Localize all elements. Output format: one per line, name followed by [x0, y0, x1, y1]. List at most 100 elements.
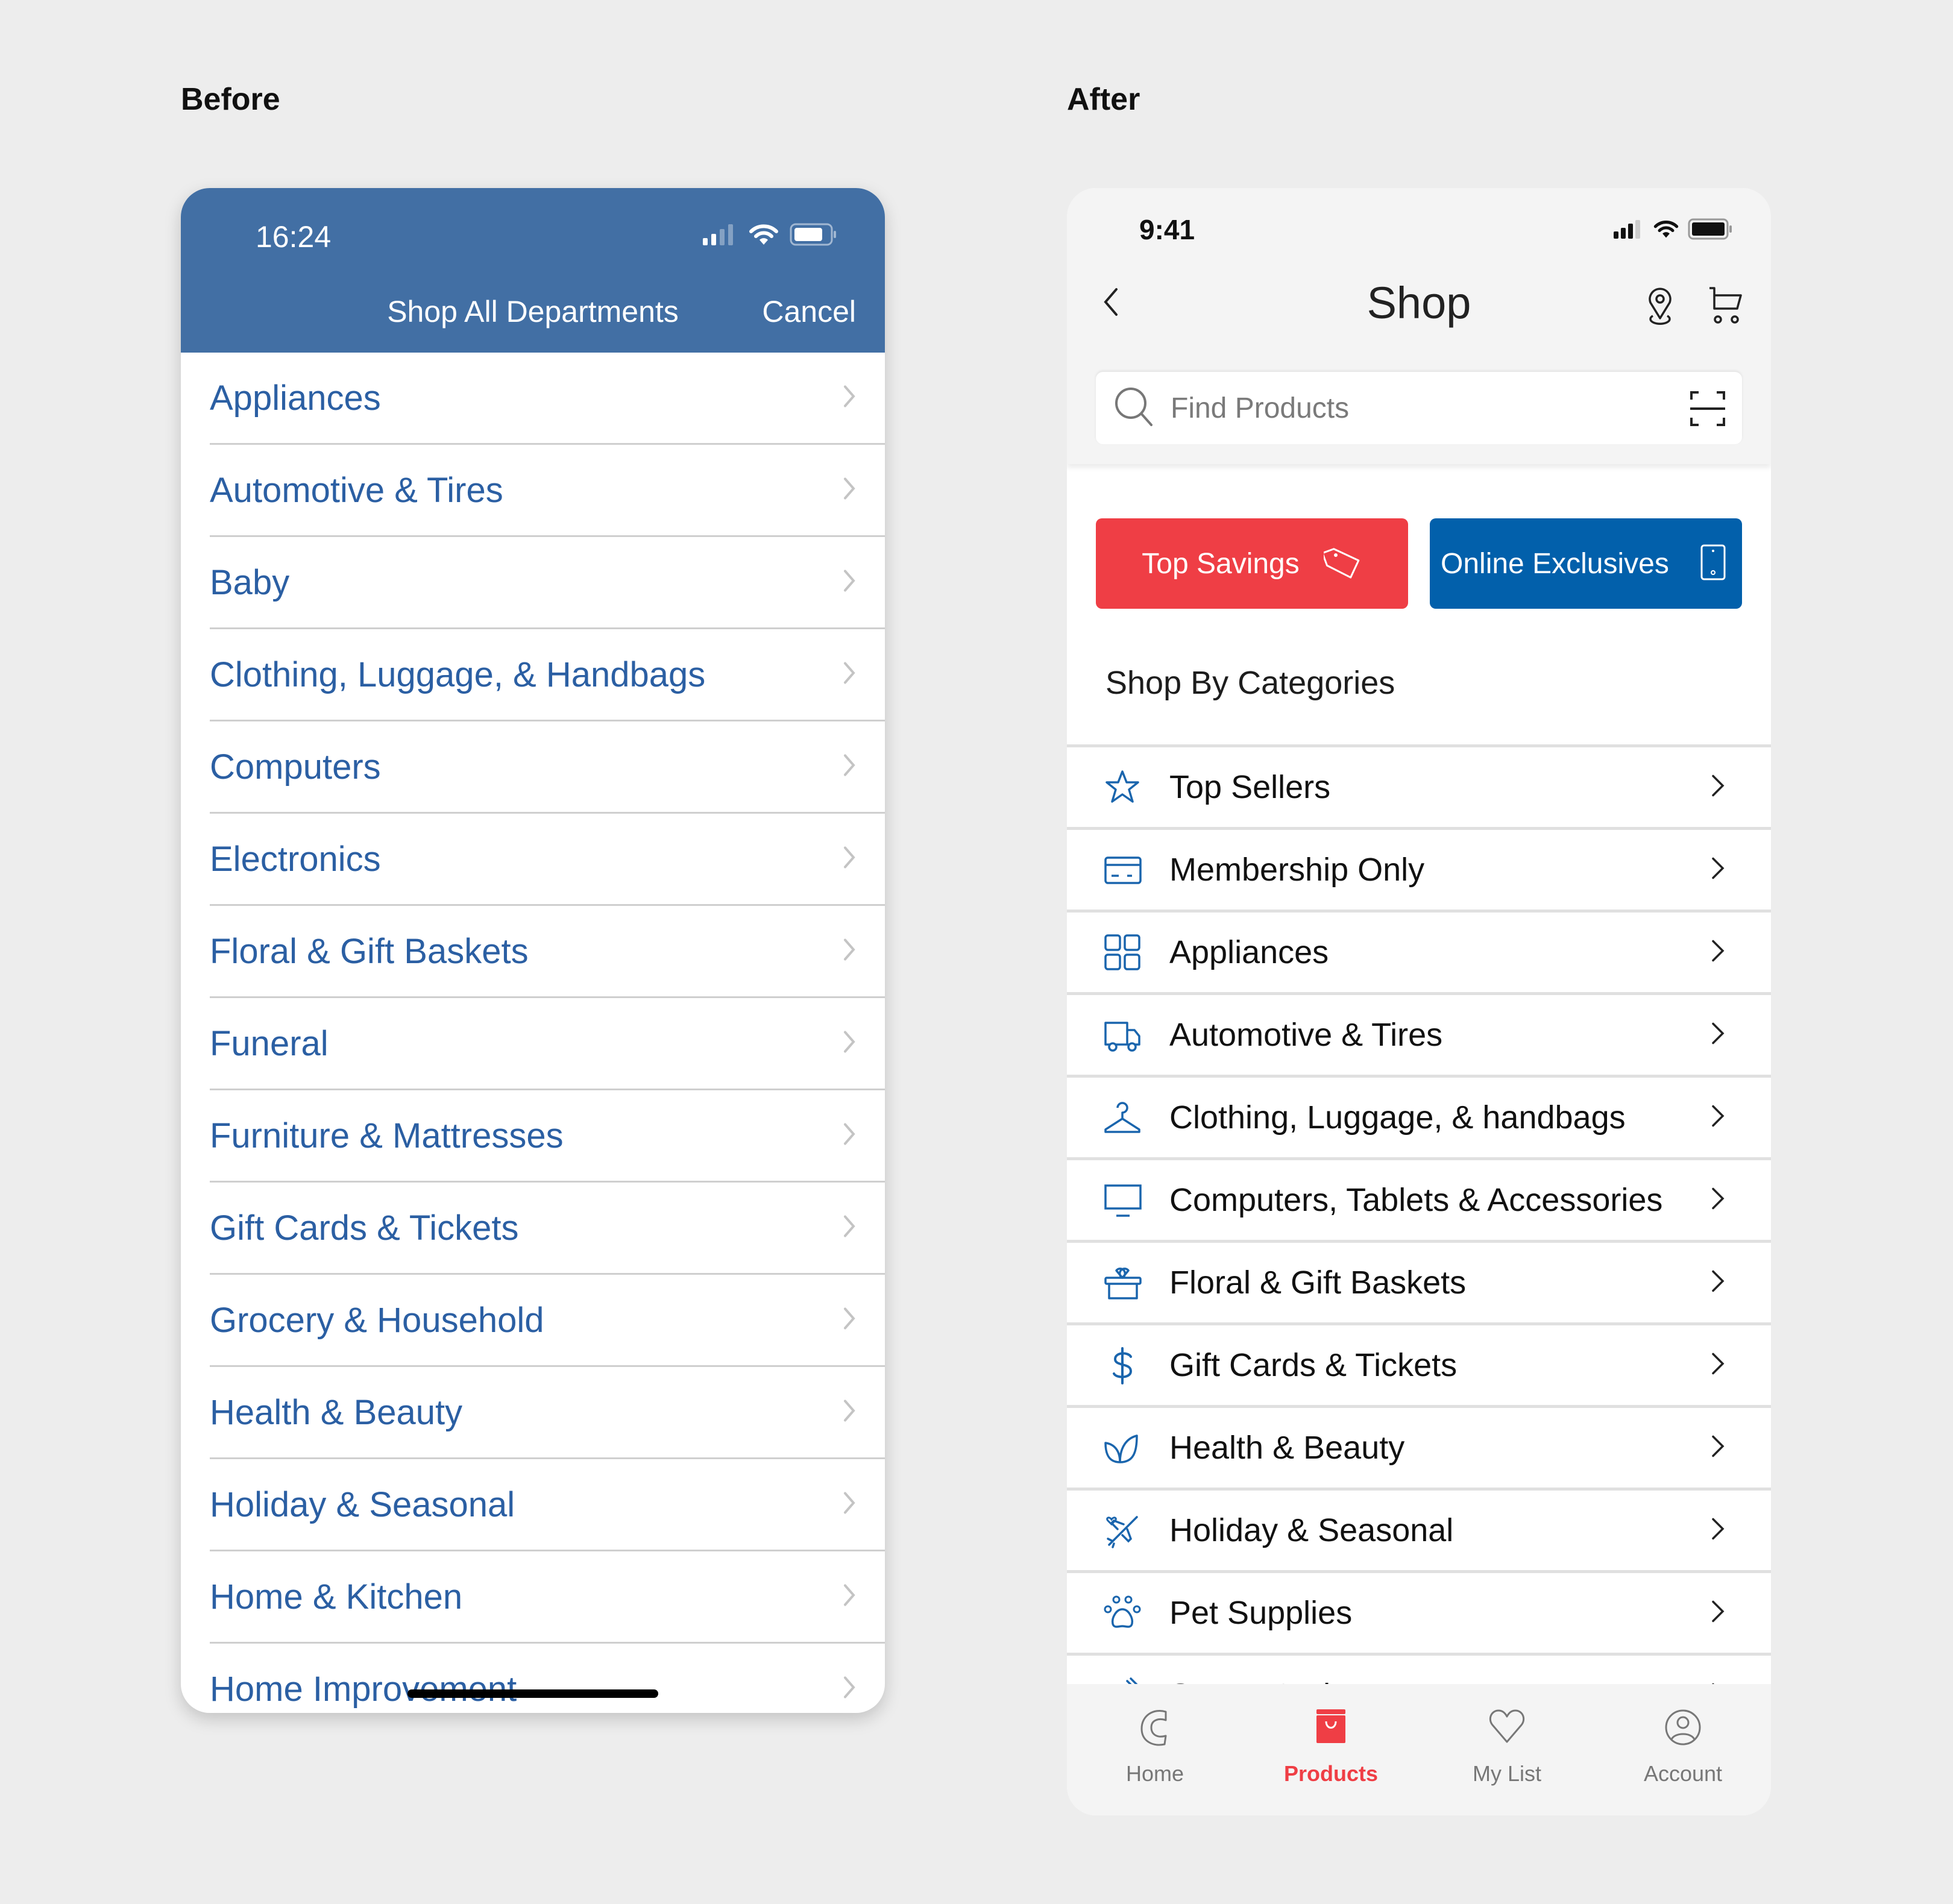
category-row[interactable]: Holiday & Seasonal: [1067, 1488, 1771, 1570]
gift-icon: [1103, 1263, 1142, 1302]
category-row[interactable]: Gift Cards & Tickets: [1067, 1322, 1771, 1405]
department-row[interactable]: Furniture & Mattresses: [210, 1090, 885, 1183]
search-bar[interactable]: [1096, 372, 1742, 444]
star-icon: [1103, 768, 1142, 806]
top-navigation: 9:41 Shop: [1067, 188, 1771, 464]
tab-my-list[interactable]: My List: [1419, 1684, 1595, 1815]
department-row[interactable]: Holiday & Seasonal: [210, 1459, 885, 1551]
card-icon: [1103, 850, 1142, 889]
chevron-right-icon: [843, 1030, 856, 1057]
department-row[interactable]: Computers: [210, 721, 885, 814]
department-label: Gift Cards & Tickets: [210, 1208, 519, 1248]
online-exclusives-button[interactable]: Online Exclusives: [1430, 518, 1742, 609]
chevron-right-icon: [843, 753, 856, 781]
category-row[interactable]: Clothing, Luggage, & handbags: [1067, 1075, 1771, 1157]
department-row[interactable]: Automotive & Tires: [210, 445, 885, 537]
bag-icon: [1314, 1708, 1348, 1747]
paw-icon: [1103, 1594, 1142, 1632]
search-input[interactable]: [1169, 391, 1666, 426]
category-row[interactable]: Membership Only: [1067, 827, 1771, 910]
chevron-right-icon: [843, 477, 856, 504]
tab-label: My List: [1472, 1761, 1541, 1786]
top-savings-button[interactable]: Top Savings: [1096, 518, 1408, 609]
grid-icon: [1103, 933, 1142, 972]
chevron-right-icon: [1711, 1434, 1725, 1462]
department-label: Electronics: [210, 839, 381, 879]
category-row[interactable]: Appliances: [1067, 910, 1771, 992]
chevron-right-icon: [1711, 939, 1725, 966]
signal-icon: [1614, 220, 1640, 239]
chevron-right-icon: [1711, 1600, 1725, 1627]
category-row[interactable]: Pet Supplies: [1067, 1570, 1771, 1653]
tab-products[interactable]: Products: [1243, 1684, 1419, 1815]
category-row[interactable]: Health & Beauty: [1067, 1405, 1771, 1488]
cart-button[interactable]: [1707, 286, 1743, 328]
department-row[interactable]: Gift Cards & Tickets: [210, 1183, 885, 1275]
dollar-icon: [1103, 1346, 1142, 1384]
department-row[interactable]: Electronics: [210, 814, 885, 906]
category-row[interactable]: Floral & Gift Baskets: [1067, 1240, 1771, 1322]
signal-icon: [703, 224, 733, 245]
chevron-right-icon: [843, 569, 856, 596]
home-indicator: [407, 1689, 658, 1698]
category-label: Floral & Gift Baskets: [1169, 1265, 1467, 1301]
cart-icon: [1709, 287, 1742, 324]
barcode-scan-button[interactable]: [1689, 390, 1726, 430]
department-row[interactable]: Appliances: [210, 353, 885, 445]
category-label: Computers, Tablets & Accessories: [1169, 1182, 1663, 1218]
status-time: 16:24: [256, 220, 332, 254]
category-label: Automotive & Tires: [1169, 1017, 1443, 1053]
chevron-right-icon: [843, 1214, 856, 1242]
category-row[interactable]: Top Sellers: [1067, 744, 1771, 827]
top-savings-label: Top Savings: [1142, 547, 1300, 580]
section-heading: Shop By Categories: [1105, 665, 1395, 701]
tab-home[interactable]: Home: [1067, 1684, 1243, 1815]
department-label: Floral & Gift Baskets: [210, 931, 529, 971]
before-phone-screen: 16:24 Shop All Departments Cancel Applia…: [181, 188, 885, 1713]
chevron-right-icon: [843, 1399, 856, 1426]
chevron-right-icon: [1711, 1517, 1725, 1544]
status-icons: [702, 223, 838, 246]
department-row[interactable]: Funeral: [210, 998, 885, 1090]
category-label: Pet Supplies: [1169, 1595, 1353, 1631]
chevron-right-icon: [1711, 1022, 1725, 1049]
department-label: Automotive & Tires: [210, 470, 503, 510]
department-label: Funeral: [210, 1023, 329, 1063]
department-row[interactable]: Grocery & Household: [210, 1275, 885, 1367]
category-row[interactable]: Computers, Tablets & Accessories: [1067, 1157, 1771, 1240]
department-row[interactable]: Baby: [210, 537, 885, 629]
department-row[interactable]: Floral & Gift Baskets: [210, 906, 885, 998]
department-label: Home Improvement: [210, 1669, 517, 1709]
department-row[interactable]: Home & Kitchen: [210, 1551, 885, 1644]
truck-icon: [1103, 1016, 1142, 1054]
department-row[interactable]: Clothing, Luggage, & Handbags: [210, 629, 885, 721]
cancel-button[interactable]: Cancel: [762, 294, 856, 329]
category-label: Clothing, Luggage, & handbags: [1169, 1099, 1626, 1136]
department-label: Holiday & Seasonal: [210, 1485, 515, 1524]
battery-icon: [790, 223, 836, 246]
chevron-right-icon: [1711, 1187, 1725, 1214]
status-icons: [1613, 218, 1734, 240]
after-label: After: [1067, 82, 1140, 117]
scan-icon: [1690, 391, 1725, 426]
store-location-button[interactable]: [1641, 286, 1679, 328]
department-label: Computers: [210, 747, 381, 787]
after-phone-screen: 9:41 Shop Top Savings Online Exclusives …: [1067, 188, 1771, 1815]
department-row[interactable]: Health & Beauty: [210, 1367, 885, 1459]
account-icon: [1664, 1708, 1702, 1750]
department-label: Home & Kitchen: [210, 1577, 463, 1617]
department-row[interactable]: Home Improvement: [210, 1644, 885, 1713]
chevron-right-icon: [843, 385, 856, 412]
plane-heart-icon: [1103, 1511, 1142, 1550]
category-label: Membership Only: [1169, 852, 1425, 888]
department-label: Furniture & Mattresses: [210, 1116, 564, 1155]
home-icon: [1136, 1708, 1174, 1751]
chevron-right-icon: [1711, 1104, 1725, 1131]
chevron-right-icon: [843, 1122, 856, 1149]
category-row[interactable]: Automotive & Tires: [1067, 992, 1771, 1075]
before-label: Before: [181, 82, 280, 117]
wifi-icon: [1653, 221, 1679, 238]
tab-account[interactable]: Account: [1595, 1684, 1771, 1815]
chevron-right-icon: [843, 1307, 856, 1334]
department-label: Baby: [210, 562, 290, 602]
